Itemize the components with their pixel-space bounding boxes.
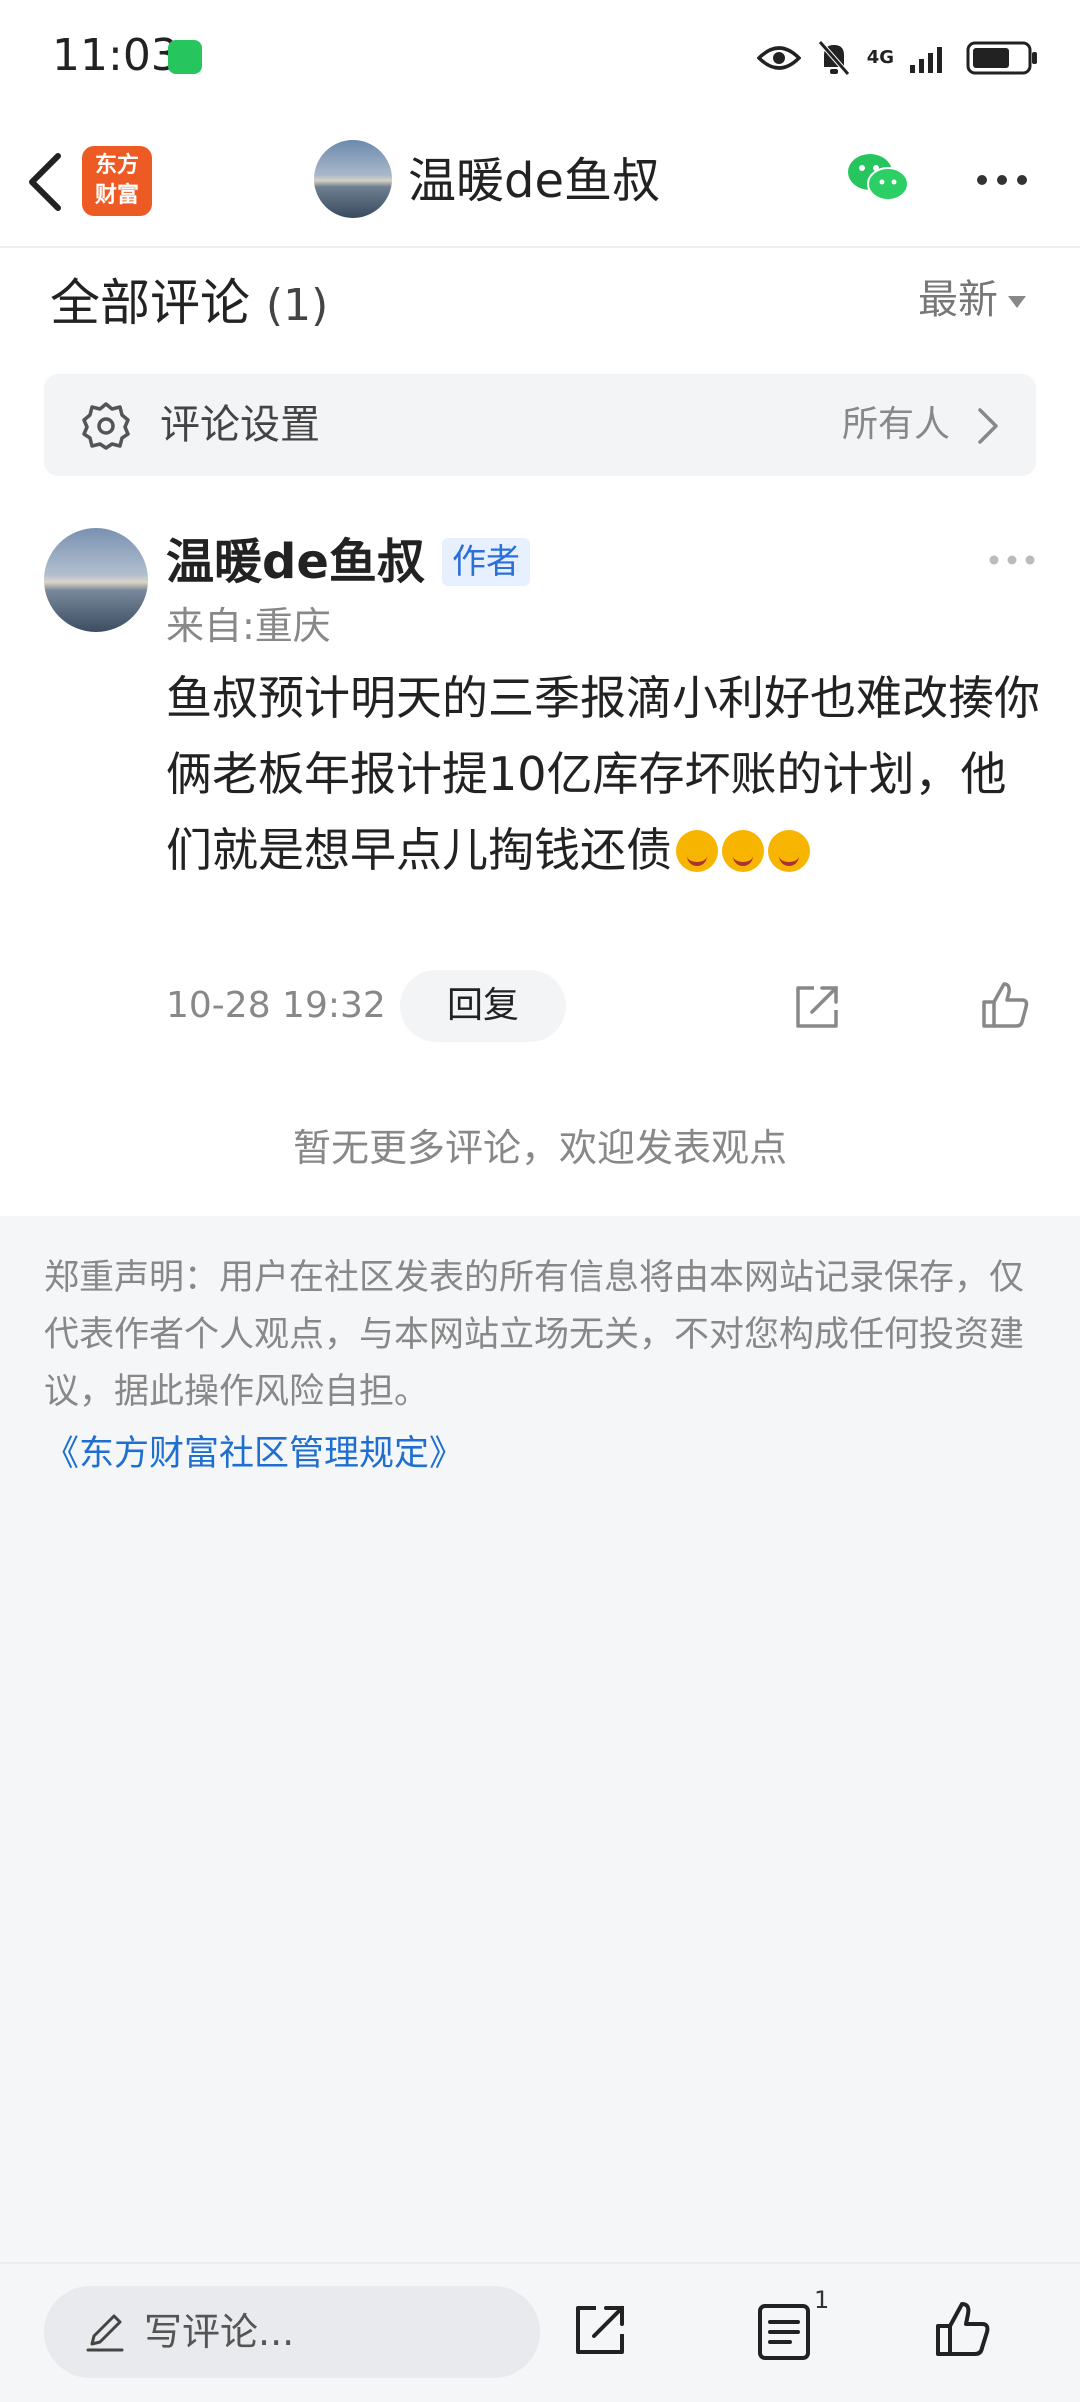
share-icon[interactable] [790,980,844,1034]
comment-count-badge: 1 [814,2286,830,2314]
settings-value: 所有人 [841,404,950,445]
comments-count: (1) [265,280,329,331]
network-type: 4G [866,47,894,68]
reply-button[interactable]: 回复 [400,970,566,1042]
disclaimer-text: 郑重声明：用户在社区发表的所有信息将由本网站记录保存，仅代表作者个人观点，与本网… [44,1258,1025,1412]
clock: 11:03 [52,30,179,81]
eye-icon [756,46,801,70]
chevron-right-icon [978,408,998,444]
comment-settings-row[interactable]: 评论设置 所有人 [44,374,1036,476]
status-bar: 11:03 4G [0,0,1080,118]
avatar[interactable] [44,528,148,632]
battery-icon [966,41,1037,75]
list-icon[interactable] [754,2300,814,2364]
bell-muted-icon [817,40,850,76]
nav-avatar[interactable] [314,140,392,218]
sort-label: 最新 [918,277,998,323]
sort-dropdown[interactable]: 最新 [918,272,1026,328]
author-badge: 作者 [442,538,530,586]
community-rules-link[interactable]: 《东方财富社区管理规定》 [44,1426,464,1482]
page-title[interactable]: 温暖de鱼叔 [408,146,660,216]
pencil-icon [86,2314,124,2352]
comment-input[interactable]: 写评论... [44,2286,540,2378]
comments-title: 全部评论 [50,274,250,332]
share-icon[interactable] [570,2300,630,2360]
comment-more-icon[interactable] [988,552,1036,568]
wechat-icon[interactable] [846,150,910,206]
comment-input-placeholder: 写评论... [144,2310,295,2354]
top-nav: 东方 财富 温暖de鱼叔 [0,118,1080,248]
no-more-comments: 暂无更多评论，欢迎发表观点 [292,1126,787,1170]
dropdown-arrow-icon [1008,296,1026,308]
eastmoney-logo[interactable]: 东方 财富 [82,146,152,216]
like-icon[interactable] [932,2298,992,2360]
comment-text: 鱼叔预计明天的三季报滴小利好也难改揍你俩老板年报计提10亿库存坏账的计划，他们就… [166,671,1040,877]
status-icons: 4G [756,30,1040,86]
like-icon[interactable] [978,978,1032,1032]
comment-username[interactable]: 温暖de鱼叔 [166,528,425,596]
comment-location: 来自:重庆 [166,604,331,648]
comment-timestamp: 10-28 19:32 [166,985,386,1026]
bottom-bar: 写评论... 1 [0,2262,1080,2402]
comment-body: 鱼叔预计明天的三季报滴小利好也难改揍你俩老板年报计提10亿库存坏账的计划，他们就… [166,660,1046,888]
back-icon[interactable] [22,148,70,216]
gear-icon [82,402,130,450]
emoji-icon [722,830,764,872]
more-icon[interactable] [974,170,1030,190]
wechat-notification-icon [168,40,202,74]
settings-label: 评论设置 [160,402,320,448]
comments-header: 全部评论 (1) [50,270,328,339]
emoji-icon [768,830,810,872]
emoji-icon [676,830,718,872]
signal-icon [910,47,942,73]
